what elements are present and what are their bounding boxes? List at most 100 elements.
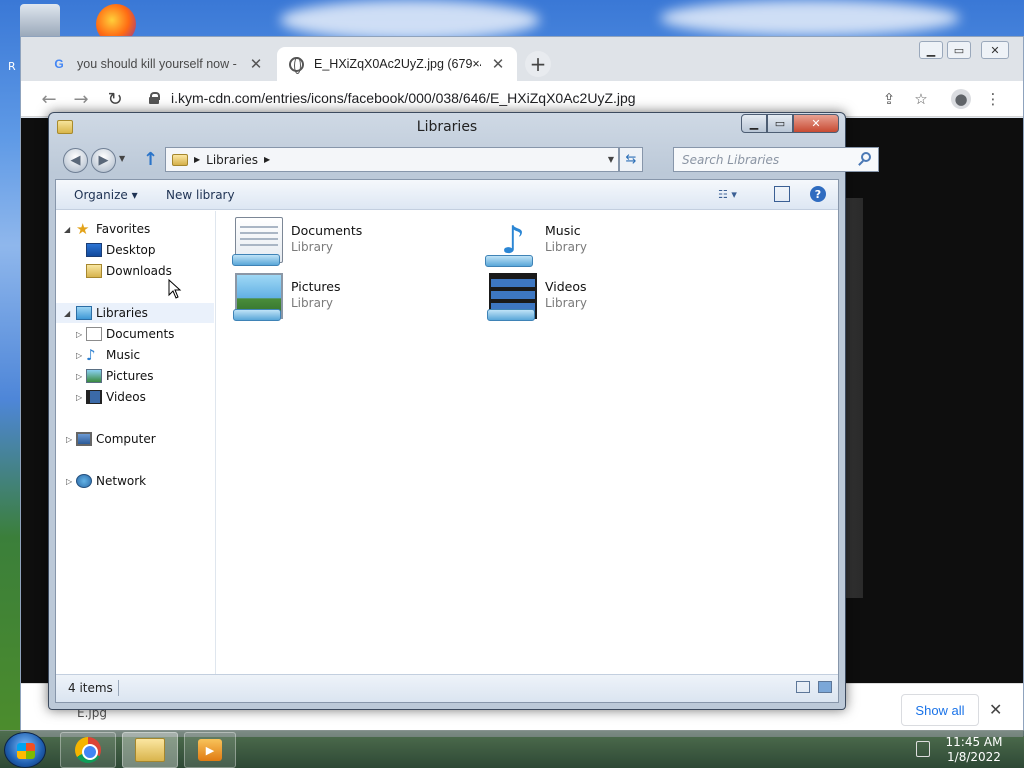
share-icon[interactable]: ⇪ [879, 89, 899, 109]
nav-desktop[interactable]: Desktop [56, 240, 214, 260]
clock-time: 11:45 AM [945, 735, 1003, 749]
nav-pictures[interactable]: ▷ Pictures [56, 366, 214, 386]
nav-libraries[interactable]: ◢ Libraries [56, 303, 214, 323]
close-window-button[interactable]: ✕ [981, 41, 1009, 59]
preview-pane-icon[interactable] [774, 186, 790, 202]
library-item-documents[interactable]: Documents Library [232, 217, 475, 267]
nav-network[interactable]: ▷ Network [56, 471, 214, 491]
library-name: Pictures [291, 279, 341, 294]
explorer-minimize-button[interactable]: ▁ [741, 114, 767, 133]
forward-button[interactable]: → [69, 87, 93, 111]
google-icon: G [54, 57, 64, 71]
start-button[interactable] [4, 732, 46, 768]
back-arrow-icon[interactable]: ◀ [63, 148, 88, 173]
libraries-folder-icon [172, 153, 188, 166]
breadcrumb-chevron-icon[interactable]: ▶ [264, 155, 270, 164]
breadcrumb-libraries[interactable]: Libraries [206, 153, 258, 167]
change-view-icon[interactable]: ☷ ▾ [718, 186, 737, 202]
library-item-pictures[interactable]: Pictures Library [233, 273, 475, 323]
maximize-button[interactable]: ▭ [947, 41, 971, 59]
new-library-button[interactable]: New library [166, 188, 235, 202]
collapsed-triangle-icon[interactable]: ▷ [66, 477, 72, 486]
search-icon[interactable] [861, 152, 871, 162]
navigation-pane: ◢ ★ Favorites Desktop Downloads ◢ Librar… [56, 211, 216, 674]
item-count: 4 items [68, 681, 113, 695]
nav-label: Music [106, 348, 141, 362]
taskbar-media-player[interactable]: ▶ [184, 732, 236, 768]
file-list: Documents Library ♪ Music Library Pictur… [217, 211, 838, 674]
nav-favorites[interactable]: ◢ ★ Favorites [56, 219, 214, 239]
tab-google-search[interactable]: G you should kill yourself now - Go ✕ [39, 47, 275, 81]
refresh-icon[interactable]: ⇆ [619, 147, 643, 172]
library-item-music[interactable]: ♪ Music Library [485, 217, 729, 267]
explorer-body: Organize ▾ New library ☷ ▾ ? ◢ ★ Favorit… [55, 179, 839, 703]
taskbar-chrome[interactable] [60, 732, 116, 768]
forward-arrow-icon[interactable]: ▶ [91, 148, 116, 173]
nav-label: Videos [106, 390, 146, 404]
menu-kebab-icon[interactable]: ⋮ [983, 89, 1003, 109]
search-input[interactable]: Search Libraries [673, 147, 879, 172]
nav-label: Desktop [106, 243, 156, 257]
close-tab-icon[interactable]: ✕ [249, 55, 263, 73]
large-icons-view-icon[interactable] [818, 681, 832, 693]
explorer-maximize-button[interactable]: ▭ [767, 114, 793, 133]
pictures-icon [86, 369, 102, 383]
system-clock[interactable]: 11:45 AM 1/8/2022 [944, 735, 1004, 765]
help-icon[interactable]: ? [810, 186, 826, 202]
collapsed-triangle-icon[interactable]: ▷ [76, 372, 82, 381]
up-arrow-icon[interactable]: ↑ [143, 149, 158, 170]
organize-button[interactable]: Organize ▾ [74, 188, 138, 202]
nav-downloads[interactable]: Downloads [56, 261, 214, 281]
back-button[interactable]: ← [37, 87, 61, 111]
documents-library-icon [232, 217, 283, 266]
nav-music[interactable]: ▷ ♪ Music [56, 345, 214, 365]
nav-label: Downloads [106, 264, 172, 278]
tab-strip: G you should kill yourself now - Go ✕ E_… [21, 37, 1023, 81]
collapsed-triangle-icon[interactable]: ▷ [76, 393, 82, 402]
reload-button[interactable]: ↻ [103, 87, 127, 111]
media-player-icon: ▶ [198, 739, 222, 761]
close-tab-icon[interactable]: ✕ [491, 55, 505, 73]
collapsed-triangle-icon[interactable]: ▷ [76, 330, 82, 339]
expanded-triangle-icon[interactable]: ◢ [64, 309, 70, 318]
recent-pages-dropdown-icon[interactable]: ▼ [119, 154, 125, 163]
nav-label: Pictures [106, 369, 154, 383]
music-library-icon: ♪ [485, 217, 537, 267]
videos-icon [86, 390, 102, 404]
explorer-window: Libraries ▁ ▭ ✕ ◀ ▶ ▼ ↑ ▶ Libraries ▶ ▼ … [48, 112, 879, 710]
taskbar-file-explorer[interactable] [122, 732, 178, 768]
nav-videos[interactable]: ▷ Videos [56, 387, 214, 407]
address-bar[interactable]: i.kym-cdn.com/entries/icons/facebook/000… [171, 90, 636, 106]
explorer-close-button[interactable]: ✕ [793, 114, 839, 133]
music-note-icon: ♪ [86, 346, 96, 364]
sky-cloud [280, 0, 540, 40]
window-title: Libraries [416, 119, 478, 135]
new-tab-button[interactable]: + [525, 51, 551, 77]
collapsed-triangle-icon[interactable]: ▷ [76, 351, 82, 360]
close-download-bar-icon[interactable]: ✕ [989, 700, 1002, 719]
clock-date: 1/8/2022 [947, 750, 1001, 764]
desktop-icon [86, 243, 102, 257]
library-item-videos[interactable]: Videos Library [487, 273, 729, 323]
expanded-triangle-icon[interactable]: ◢ [64, 225, 70, 234]
address-breadcrumb[interactable]: ▶ Libraries ▶ ▼ [165, 147, 619, 172]
minimize-button[interactable]: ▁ [919, 41, 943, 59]
address-dropdown-icon[interactable]: ▼ [608, 155, 614, 164]
profile-avatar-icon[interactable]: ● [951, 89, 971, 109]
lock-icon[interactable] [149, 92, 160, 104]
taskbar: ▶ 11:45 AM 1/8/2022 [0, 730, 1024, 768]
nav-documents[interactable]: ▷ Documents [56, 324, 214, 344]
nav-computer[interactable]: ▷ Computer [56, 429, 214, 449]
collapsed-triangle-icon[interactable]: ▷ [66, 435, 72, 444]
bookmark-star-icon[interactable]: ☆ [911, 89, 931, 109]
tab-title: E_HXiZqX0Ac2UyZ.jpg (679×403) [314, 57, 481, 71]
breadcrumb-chevron-icon[interactable]: ▶ [194, 155, 200, 164]
action-center-flag-icon[interactable] [916, 741, 930, 757]
details-view-icon[interactable] [796, 681, 810, 693]
show-all-button[interactable]: Show all [901, 694, 979, 726]
library-name: Videos [545, 279, 587, 294]
desktop-label: R [8, 60, 16, 73]
nav-label: Network [96, 474, 147, 488]
tab-image[interactable]: E_HXiZqX0Ac2UyZ.jpg (679×403) ✕ [277, 47, 517, 81]
command-bar: Organize ▾ New library ☷ ▾ ? [56, 180, 838, 210]
